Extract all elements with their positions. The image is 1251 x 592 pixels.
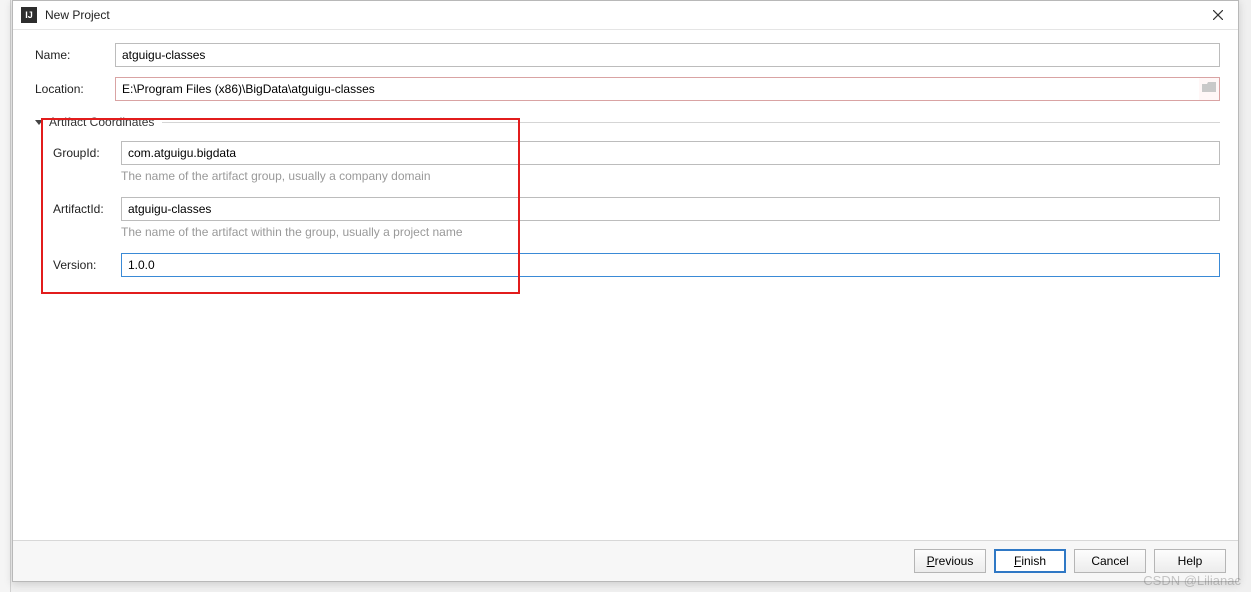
dialog-footer: Previous Finish Cancel Help: [13, 540, 1238, 581]
browse-folder-icon[interactable]: [1199, 82, 1219, 96]
finish-button-rest: inish: [1021, 554, 1046, 568]
artifact-coordinates-header[interactable]: Artifact Coordinates: [35, 115, 1220, 129]
version-label: Version:: [53, 258, 121, 272]
cancel-button[interactable]: Cancel: [1074, 549, 1146, 573]
group-id-label: GroupId:: [53, 146, 121, 160]
background-gutter: [0, 0, 11, 592]
location-label: Location:: [35, 82, 115, 96]
dialog-content: Name: Location: Artifact Coordinates Gro…: [13, 29, 1238, 541]
finish-button[interactable]: Finish: [994, 549, 1066, 573]
artifact-id-row: ArtifactId:: [53, 197, 1220, 221]
artifact-id-label: ArtifactId:: [53, 202, 121, 216]
chevron-down-icon: [35, 120, 43, 125]
location-row: Location:: [35, 77, 1220, 101]
group-id-input[interactable]: [121, 141, 1220, 165]
section-divider: [162, 122, 1220, 123]
artifact-coordinates-panel: GroupId: The name of the artifact group,…: [35, 141, 1220, 277]
location-input[interactable]: [116, 78, 1199, 100]
group-id-row: GroupId:: [53, 141, 1220, 165]
version-row: Version:: [53, 253, 1220, 277]
app-icon: IJ: [21, 7, 37, 23]
location-field-wrap: [115, 77, 1220, 101]
name-row: Name:: [35, 43, 1220, 67]
artifact-id-hint: The name of the artifact within the grou…: [121, 225, 1220, 239]
version-input[interactable]: [121, 253, 1220, 277]
group-id-hint: The name of the artifact group, usually …: [121, 169, 1220, 183]
section-title: Artifact Coordinates: [49, 115, 154, 129]
window-title: New Project: [45, 8, 1206, 22]
help-button[interactable]: Help: [1154, 549, 1226, 573]
artifact-id-input[interactable]: [121, 197, 1220, 221]
previous-button-rest: revious: [935, 554, 974, 568]
close-icon[interactable]: [1206, 5, 1230, 25]
titlebar: IJ New Project: [13, 1, 1238, 30]
name-input[interactable]: [115, 43, 1220, 67]
previous-button[interactable]: Previous: [914, 549, 986, 573]
new-project-dialog: IJ New Project Name: Location: Artifact …: [12, 0, 1239, 582]
name-label: Name:: [35, 48, 115, 62]
